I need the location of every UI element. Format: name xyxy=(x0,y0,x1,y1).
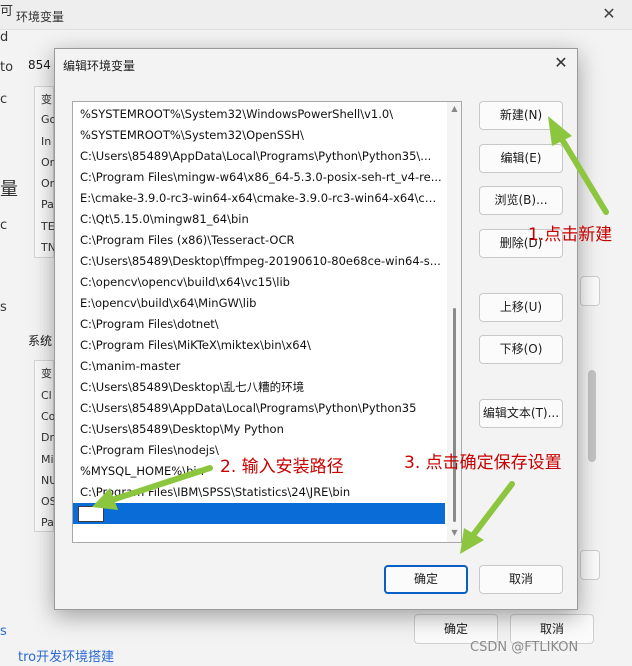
arrow-to-ok-button xyxy=(460,481,515,554)
annotation-step3: 3. 点击确定保存设置 xyxy=(404,453,562,473)
watermark: CSDN @FTLIKON xyxy=(470,640,579,655)
arrow-to-new-button xyxy=(548,116,609,215)
annotation-step2: 2. 输入安装路径 xyxy=(220,457,344,477)
annotation-step1: 1.点击新建 xyxy=(528,225,613,245)
arrow-to-new-entry xyxy=(92,465,213,510)
annotation-arrows xyxy=(92,116,609,554)
